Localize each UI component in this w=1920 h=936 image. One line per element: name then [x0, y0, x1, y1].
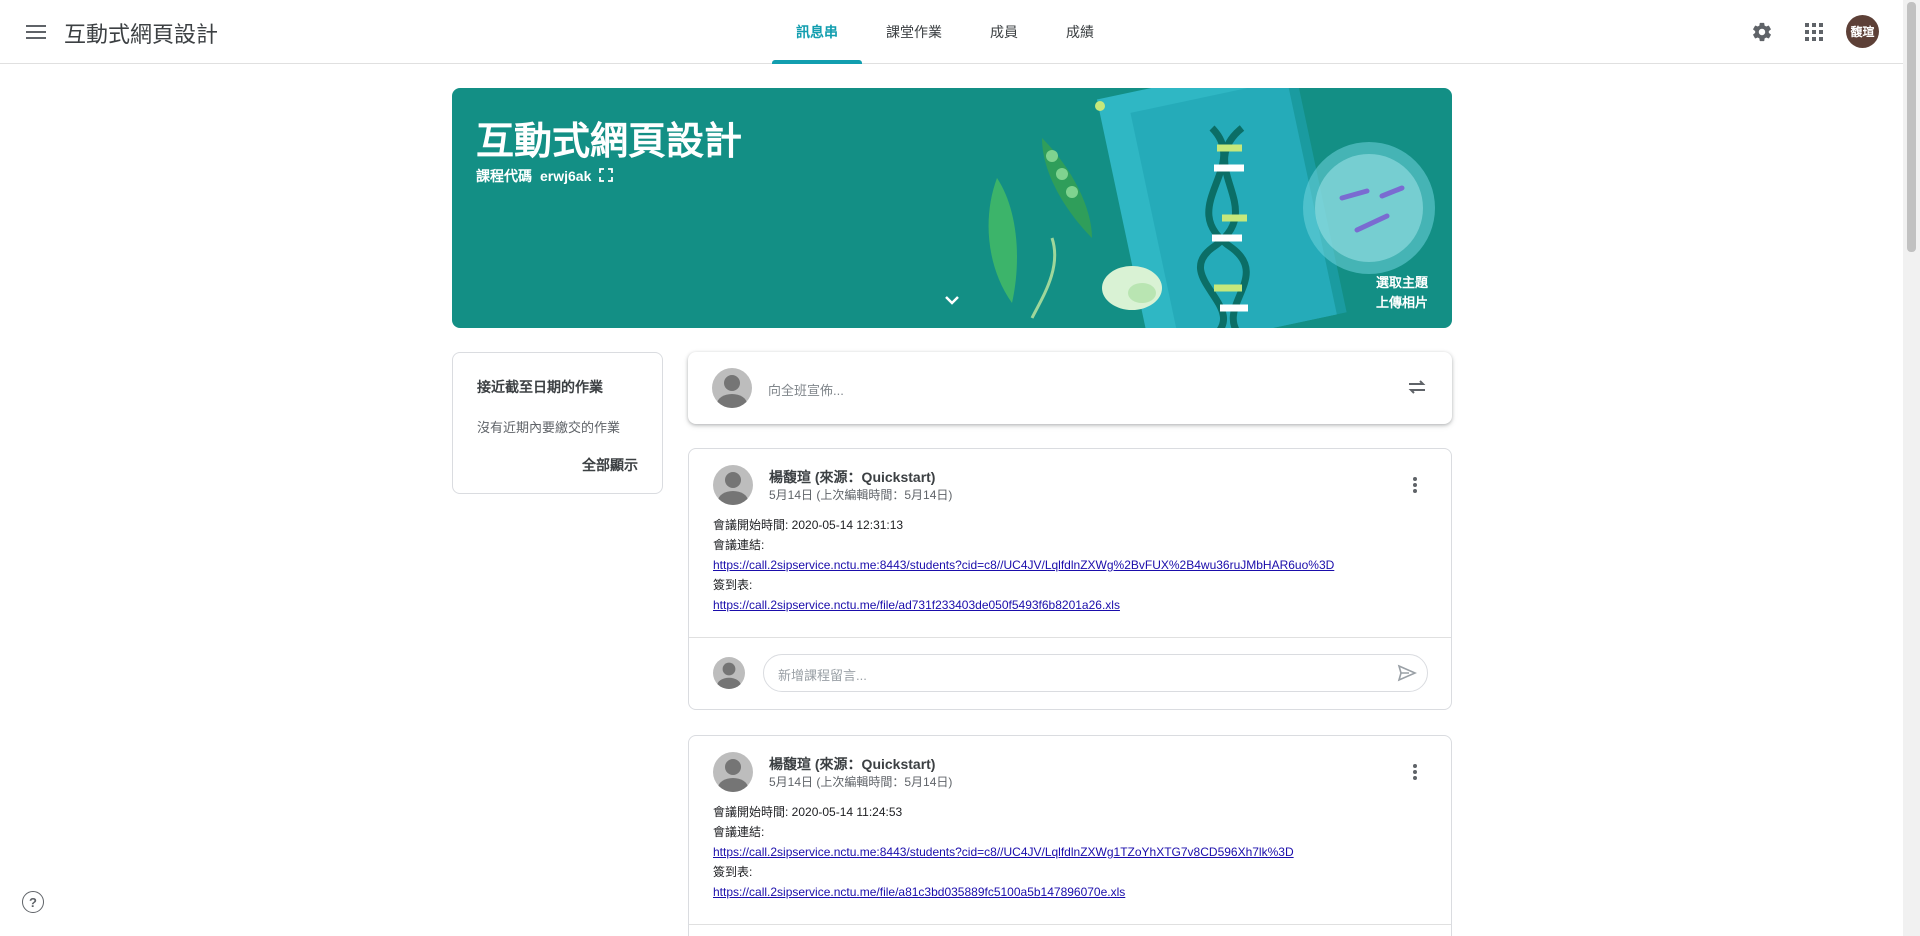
tab-bar: 訊息串 課堂作業 成員 成績 — [772, 0, 1118, 64]
upcoming-card: 接近截至日期的作業 沒有近期內要繳交的作業 全部顯示 — [452, 352, 663, 494]
settings-icon[interactable] — [1744, 14, 1780, 50]
fullscreen-icon[interactable] — [599, 167, 614, 185]
banner-title: 互動式網頁設計 — [476, 121, 743, 163]
author-avatar — [713, 465, 753, 505]
signin-label: 簽到表: — [713, 578, 753, 592]
stream-post: 楊馥瑄 (來源：Quickstart) 5月14日 (上次編輯時間：5月14日)… — [688, 448, 1452, 710]
upcoming-empty-text: 沒有近期內要繳交的作業 — [477, 420, 621, 435]
post-date: 5月14日 (上次編輯時間：5月14日) — [769, 775, 953, 789]
meeting-start-time: 會議開始時間: 2020-05-14 11:24:53 — [713, 805, 903, 819]
class-code-label: 課程代碼 — [476, 168, 532, 184]
post-body: 會議開始時間: 2020-05-14 12:31:13 會議連結: https:… — [713, 515, 1334, 615]
repost-icon[interactable] — [1406, 376, 1428, 403]
meeting-link[interactable]: https://call.2sipservice.nctu.me:8443/st… — [713, 555, 1334, 575]
divider — [689, 924, 1451, 925]
select-theme-link[interactable]: 選取主題 — [1376, 272, 1428, 291]
scrollbar-thumb[interactable] — [1907, 2, 1916, 252]
meeting-link[interactable]: https://call.2sipservice.nctu.me:8443/st… — [713, 842, 1294, 862]
tab-people[interactable]: 成員 — [966, 0, 1042, 64]
meeting-link-label: 會議連結: — [713, 538, 765, 552]
more-vert-icon[interactable] — [1403, 760, 1427, 784]
post-author: 楊馥瑄 (來源：Quickstart) — [769, 756, 936, 772]
upload-photo-link[interactable]: 上傳相片 — [1376, 292, 1428, 311]
account-avatar[interactable]: 馥瑄 — [1846, 15, 1879, 48]
class-banner: 互動式網頁設計 課程代碼 erwj6ak 選取主題 上傳相片 — [452, 88, 1452, 328]
tab-classwork[interactable]: 課堂作業 — [862, 0, 966, 64]
class-code: 課程代碼 erwj6ak — [476, 166, 614, 186]
divider — [689, 637, 1451, 638]
signin-link[interactable]: https://call.2sipservice.nctu.me/file/a8… — [713, 882, 1294, 902]
send-icon[interactable] — [1397, 663, 1417, 688]
more-vert-icon[interactable] — [1403, 473, 1427, 497]
class-code-value: erwj6ak — [540, 168, 592, 184]
announce-placeholder[interactable]: 向全班宣佈... — [768, 380, 844, 399]
chevron-down-icon[interactable] — [940, 288, 964, 312]
view-all-link[interactable]: 全部顯示 — [582, 455, 638, 475]
comment-input[interactable]: 新增課程留言... — [763, 654, 1428, 692]
help-icon[interactable]: ? — [22, 891, 44, 913]
meeting-start-time: 會議開始時間: 2020-05-14 12:31:13 — [713, 518, 904, 532]
announce-box[interactable]: 向全班宣佈... — [688, 352, 1452, 424]
signin-label: 簽到表: — [713, 865, 753, 879]
post-author: 楊馥瑄 (來源：Quickstart) — [769, 469, 936, 485]
scrollbar[interactable] — [1903, 0, 1920, 936]
signin-link[interactable]: https://call.2sipservice.nctu.me/file/ad… — [713, 595, 1334, 615]
author-avatar — [713, 752, 753, 792]
class-title[interactable]: 互動式網頁設計 — [64, 17, 218, 49]
comment-placeholder: 新增課程留言... — [778, 668, 867, 683]
upcoming-title: 接近截至日期的作業 — [477, 379, 603, 395]
tab-stream[interactable]: 訊息串 — [772, 0, 862, 64]
top-app-bar: 互動式網頁設計 訊息串 課堂作業 成員 成績 馥瑄 — [0, 0, 1903, 64]
post-body: 會議開始時間: 2020-05-14 11:24:53 會議連結: https:… — [713, 802, 1294, 902]
apps-icon[interactable] — [1796, 14, 1832, 50]
commenter-avatar — [713, 657, 745, 689]
menu-icon[interactable] — [18, 14, 54, 50]
stream-post: 楊馥瑄 (來源：Quickstart) 5月14日 (上次編輯時間：5月14日)… — [688, 735, 1452, 936]
meeting-link-label: 會議連結: — [713, 825, 765, 839]
tab-grades[interactable]: 成績 — [1042, 0, 1118, 64]
user-avatar — [712, 368, 752, 408]
post-date: 5月14日 (上次編輯時間：5月14日) — [769, 488, 953, 502]
